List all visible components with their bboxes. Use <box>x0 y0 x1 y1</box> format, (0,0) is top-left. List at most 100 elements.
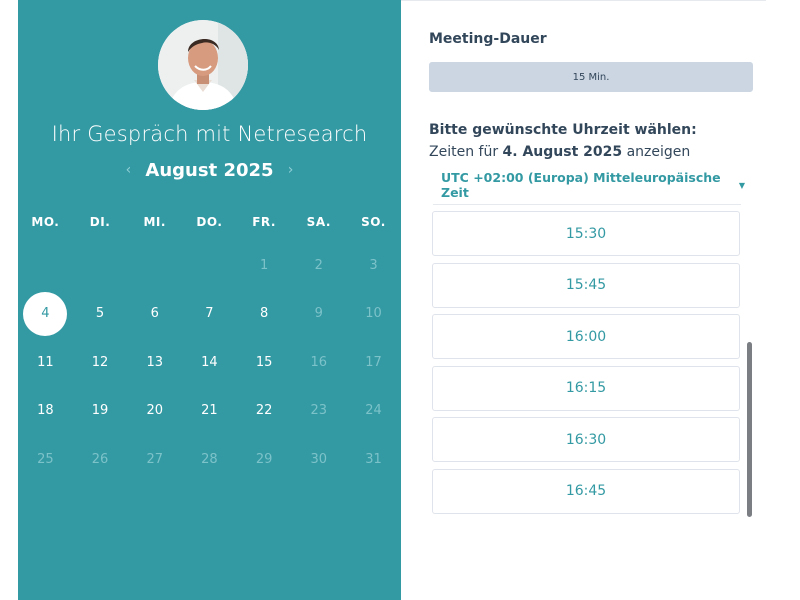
duration-label: Meeting-Dauer <box>429 31 547 47</box>
date-info-suffix: anzeigen <box>626 144 691 160</box>
calendar-day[interactable]: 13 <box>133 340 177 384</box>
calendar-cell: 20 <box>127 387 182 436</box>
calendar-day[interactable]: 5 <box>78 292 122 336</box>
calendar-cell: 9 <box>291 290 346 339</box>
calendar-cell: 26 <box>73 435 128 484</box>
selected-date: 4. August 2025 <box>502 144 623 160</box>
calendar-day[interactable]: 15 <box>242 340 286 384</box>
weekday-header: MO. DI. MI. DO. FR. SA. SO. <box>18 203 401 241</box>
time-slot-list: 15:30 15:45 16:00 16:15 16:30 16:45 <box>432 211 740 520</box>
calendar-week: 1 2 3 <box>18 241 401 290</box>
calendar-day-selected[interactable]: 4 <box>23 291 68 336</box>
calendar-day[interactable]: 6 <box>133 292 177 336</box>
calendar-day: 16 <box>310 354 328 370</box>
time-slot-button[interactable]: 16:15 <box>432 365 740 411</box>
calendar-cell <box>127 241 182 290</box>
date-info-prefix: Zeiten für <box>429 144 499 160</box>
calendar-cell: 21 <box>182 387 237 436</box>
divider <box>433 204 741 205</box>
calendar-day: 31 <box>365 451 382 467</box>
calendar-cell <box>18 241 73 290</box>
calendar-cell: 31 <box>346 435 401 484</box>
timezone-label: UTC +02:00 (Europa) Mitteleuropäische Ze… <box>441 170 721 200</box>
calendar-day[interactable]: 18 <box>23 389 67 433</box>
caret-down-icon: ▼ <box>738 180 745 190</box>
calendar-day: 25 <box>37 451 54 467</box>
calendar-day: 17 <box>365 354 382 370</box>
calendar-day[interactable]: 12 <box>78 340 122 384</box>
calendar-cell: 22 <box>237 387 292 436</box>
person-portrait-icon <box>158 20 248 110</box>
time-slot-button[interactable]: 15:45 <box>432 262 740 308</box>
time-slot-button[interactable]: 15:30 <box>432 211 740 256</box>
calendar-weeks: 1 2 3 4 5 6 7 8 9 10 11 12 13 14 15 16 17 18 19 20 21 22 23 24 2… <box>18 241 401 484</box>
calendar-cell: 1 <box>237 241 292 290</box>
calendar-cell: 11 <box>18 338 73 387</box>
date-info: Zeiten für 4. August 2025 anzeigen <box>429 144 690 160</box>
calendar-cell <box>182 241 237 290</box>
calendar-day: 1 <box>259 257 269 273</box>
calendar-cell: 16 <box>291 338 346 387</box>
calendar-cell: 18 <box>18 387 73 436</box>
calendar-cell: 29 <box>237 435 292 484</box>
weekday-label: SO. <box>361 215 386 229</box>
time-slot-button[interactable]: 16:45 <box>432 468 740 514</box>
calendar-day[interactable]: 21 <box>187 389 231 433</box>
calendar-day: 10 <box>365 306 382 322</box>
calendar-day[interactable]: 20 <box>133 389 177 433</box>
prev-month-icon[interactable]: ‹ <box>117 162 139 178</box>
calendar-week: 4 5 6 7 8 9 10 <box>18 290 401 339</box>
calendar-day[interactable]: 22 <box>242 389 286 433</box>
calendar-day: 24 <box>365 403 382 419</box>
booking-panel: Meeting-Dauer 15 Min. Bitte gewünschte U… <box>401 0 800 600</box>
divider <box>401 0 766 1</box>
calendar-day: 29 <box>255 451 273 467</box>
left-margin <box>0 0 18 600</box>
month-navigation: ‹ August 2025 › <box>18 157 401 183</box>
meeting-scheduler: Ihr Gespräch mit Netresearch ‹ August 20… <box>0 0 800 600</box>
slot-list-scrollbar[interactable] <box>747 342 752 517</box>
calendar-cell: 23 <box>291 387 346 436</box>
calendar-cell: 24 <box>346 387 401 436</box>
weekday-label: DI. <box>89 215 111 229</box>
calendar-day: 9 <box>314 306 323 322</box>
calendar-cell: 13 <box>127 338 182 387</box>
calendar-day[interactable]: 11 <box>23 340 67 384</box>
calendar-day[interactable]: 19 <box>78 389 122 433</box>
calendar-day[interactable]: 14 <box>187 340 231 384</box>
calendar-cell <box>73 241 128 290</box>
calendar-week: 25 26 27 28 29 30 31 <box>18 435 401 484</box>
calendar-cell: 28 <box>182 435 237 484</box>
calendar-panel: Ihr Gespräch mit Netresearch ‹ August 20… <box>18 0 401 600</box>
weekday-label: DO. <box>196 215 223 229</box>
next-month-icon[interactable]: › <box>280 162 302 178</box>
calendar-cell: 14 <box>182 338 237 387</box>
calendar-week: 18 19 20 21 22 23 24 <box>18 387 401 436</box>
calendar-day[interactable]: 7 <box>187 292 231 336</box>
calendar-cell: 10 <box>346 290 401 339</box>
calendar-day: 27 <box>146 451 163 467</box>
host-avatar <box>158 20 248 110</box>
month-label: August 2025 <box>145 159 274 181</box>
time-slot-button[interactable]: 16:30 <box>432 417 740 462</box>
weekday-label: MI. <box>143 215 166 229</box>
calendar-cell: 2 <box>291 241 346 290</box>
weekday-label: SA. <box>306 215 331 229</box>
calendar-day[interactable]: 8 <box>242 292 286 336</box>
calendar-cell: 7 <box>182 290 237 339</box>
calendar-day: 3 <box>369 257 378 273</box>
duration-15min-button[interactable]: 15 Min. <box>429 62 753 92</box>
timezone-dropdown[interactable]: UTC +02:00 (Europa) Mitteleuropäische Ze… <box>441 170 745 200</box>
calendar-cell: 15 <box>237 338 292 387</box>
calendar-week: 11 12 13 14 15 16 17 <box>18 338 401 387</box>
calendar-cell: 12 <box>73 338 128 387</box>
calendar-day: 26 <box>91 451 109 467</box>
calendar-cell: 5 <box>73 290 128 339</box>
calendar-cell: 19 <box>73 387 128 436</box>
calendar-cell: 17 <box>346 338 401 387</box>
calendar-cell: 4 <box>18 290 73 339</box>
calendar-cell: 6 <box>127 290 182 339</box>
calendar-grid: MO. DI. MI. DO. FR. SA. SO. 1 2 3 4 5 6 7 8 9 10 1… <box>18 203 401 484</box>
calendar-day: 28 <box>201 451 218 467</box>
time-slot-button[interactable]: 16:00 <box>432 314 740 359</box>
